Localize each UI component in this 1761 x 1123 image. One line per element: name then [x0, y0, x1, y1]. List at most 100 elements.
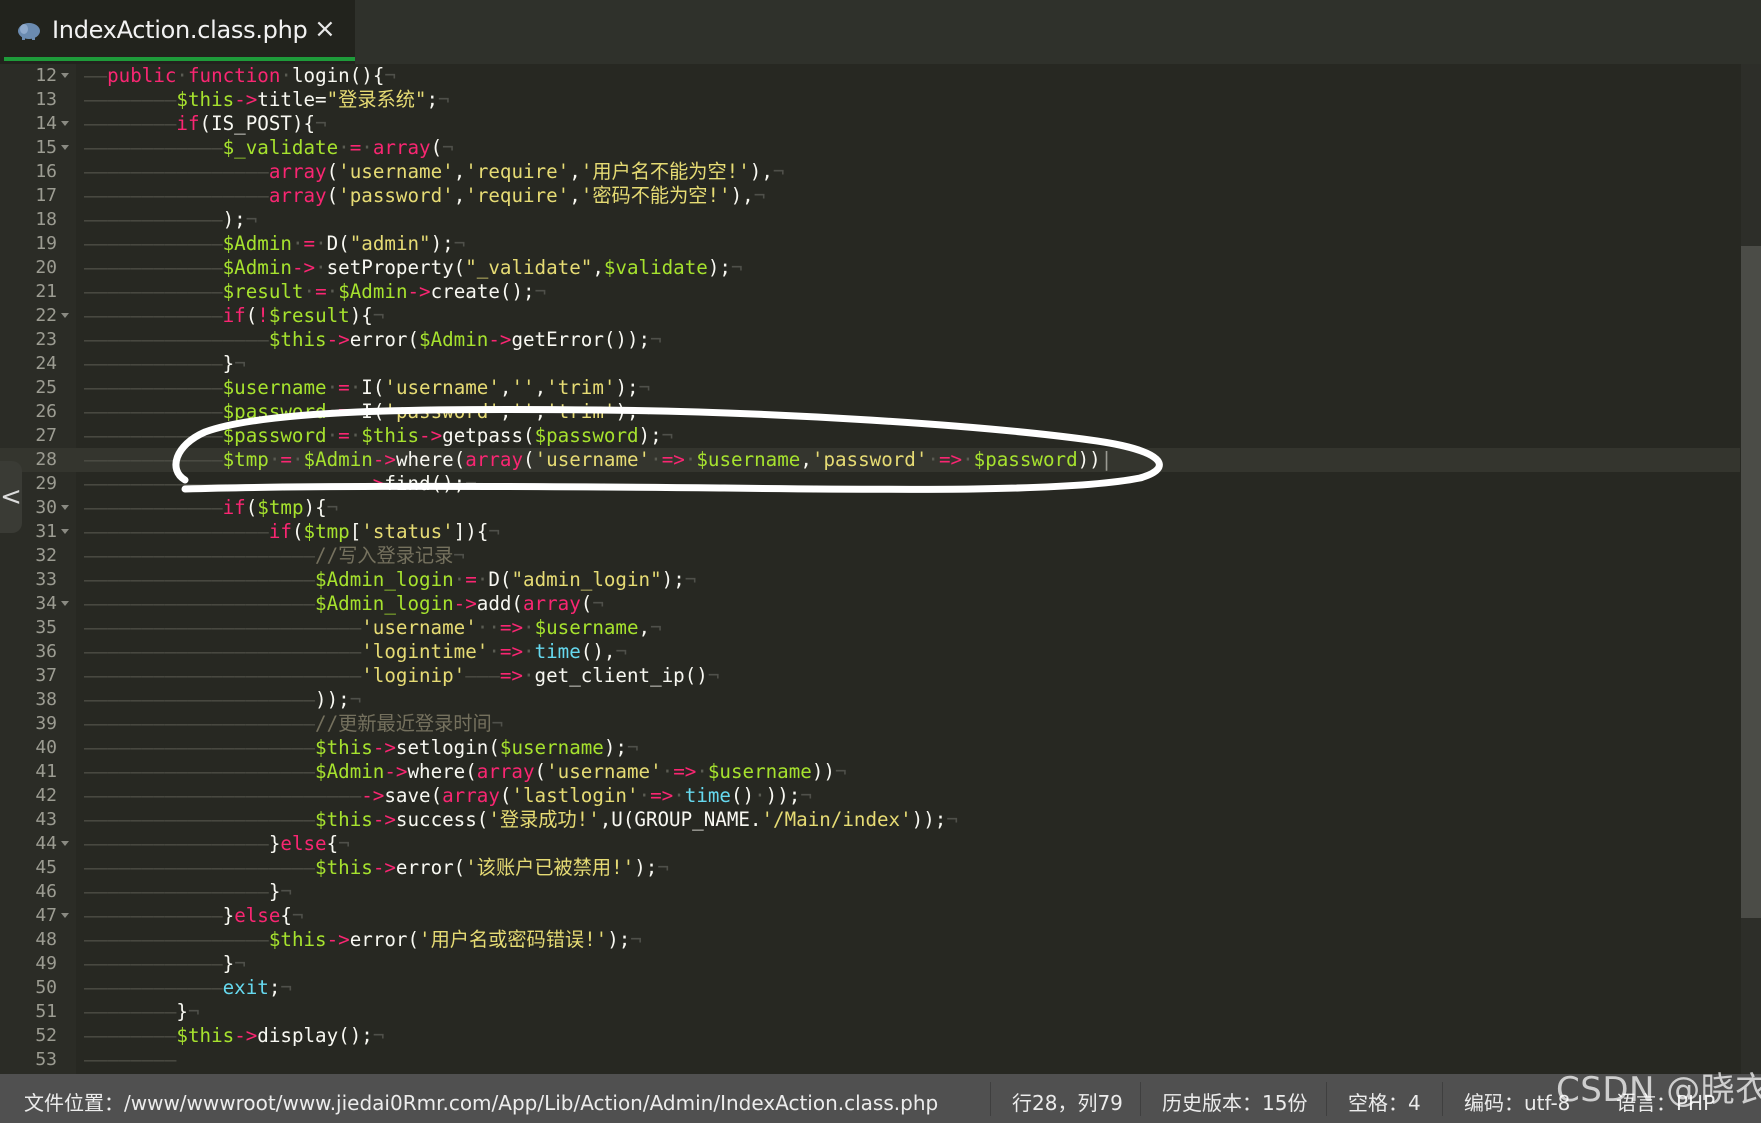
code-line[interactable]: 25 ————————————$username·=·I('username','…: [0, 376, 1740, 400]
code-line[interactable]: 26 ————————————$password·=·I('password','…: [0, 400, 1740, 424]
code-line[interactable]: 20 ————————————$Admin->·setProperty("_val…: [0, 256, 1740, 280]
line-number: 38: [35, 689, 57, 710]
code-line[interactable]: 22 ————————————if(!$result){¬: [0, 304, 1740, 328]
code-token: $password: [222, 400, 327, 423]
code-token: =: [303, 232, 316, 255]
code-line[interactable]: 43 ————————————————————$this->success('登录…: [0, 808, 1740, 832]
code-line[interactable]: 33 ————————————————————$Admin_login·=·D("…: [0, 568, 1740, 592]
code-line[interactable]: 28 ————————————$tmp·=·$Admin->where(array…: [0, 448, 1740, 472]
fold-arrow-icon[interactable]: [61, 313, 69, 318]
code-token: ¬: [684, 568, 697, 591]
code-line[interactable]: 30 ————————————if($tmp){¬: [0, 496, 1740, 520]
code-token: 'password': [811, 448, 928, 471]
code-token: ————————: [84, 1000, 177, 1023]
tab-bar: IndexAction.class.php ×: [0, 0, 1761, 64]
code-token: ·: [176, 64, 188, 87]
indent-setting[interactable]: 空格：4: [1348, 1087, 1421, 1116]
code-line[interactable]: 15 ————————————$_validate·=·array(¬: [0, 136, 1740, 160]
code-line[interactable]: 12 ——public·function·login(){¬: [0, 64, 1740, 88]
code-line[interactable]: 34 ————————————————————$Admin_login->add(…: [0, 592, 1740, 616]
fold-arrow-icon[interactable]: [61, 913, 69, 918]
code-line[interactable]: 23 ————————————————$this->error($Admin->g…: [0, 328, 1740, 352]
code-token: ————————: [84, 1048, 177, 1071]
fold-arrow-icon[interactable]: [61, 841, 69, 846]
code-line[interactable]: 44 ————————————————}else{¬: [0, 832, 1740, 856]
code-token: $username: [499, 736, 604, 759]
line-number: 43: [35, 809, 57, 830]
code-line[interactable]: 24 ————————————}¬: [0, 352, 1740, 376]
code-line[interactable]: 21 ————————————$result·=·$Admin->create()…: [0, 280, 1740, 304]
code-line[interactable]: 27 ————————————$password·=·$this->getpass…: [0, 424, 1740, 448]
fold-arrow-icon[interactable]: [61, 121, 69, 126]
code-token: ,: [800, 448, 812, 471]
encoding-setting[interactable]: 编码：utf-8: [1464, 1087, 1570, 1116]
code-line[interactable]: 39 ————————————————————//更新最近登录时间¬: [0, 712, 1740, 736]
code-line[interactable]: 19 ————————————$Admin·=·D("admin");¬: [0, 232, 1740, 256]
code-token: (: [326, 160, 339, 183]
code-line[interactable]: 47 ————————————}else{¬: [0, 904, 1740, 928]
code-token: ->: [234, 88, 258, 111]
code-token: ¬: [661, 424, 674, 447]
code-line[interactable]: 32 ————————————————————//写入登录记录¬: [0, 544, 1740, 568]
fold-arrow-icon[interactable]: [61, 145, 69, 150]
fold-arrow-icon[interactable]: [61, 73, 69, 78]
code-line[interactable]: 49 ————————————}¬: [0, 952, 1740, 976]
editor-tab[interactable]: IndexAction.class.php ×: [0, 0, 355, 64]
code-token: ¬: [638, 400, 651, 423]
code-line[interactable]: 51 ————————}¬: [0, 1000, 1740, 1024]
code-token: ¬: [626, 736, 639, 759]
code-line[interactable]: 16 ————————————————array('username','requ…: [0, 160, 1740, 184]
code-line[interactable]: 36 ————————————————————————'logintime'·=>…: [0, 640, 1740, 664]
code-line[interactable]: 17 ————————————————array('password','requ…: [0, 184, 1740, 208]
code-token: $password: [534, 424, 639, 447]
code-text: ————————————————————$this->error('该账户已被禁…: [84, 856, 669, 880]
close-icon[interactable]: ×: [314, 14, 336, 44]
code-token: else: [234, 904, 281, 927]
code-token: ¬: [280, 880, 292, 903]
fold-arrow-icon[interactable]: [61, 505, 69, 510]
line-number: 17: [35, 185, 57, 206]
code-token: ¬: [453, 232, 466, 255]
code-line[interactable]: 48 ————————————————$this->error('用户名或密码错误…: [0, 928, 1740, 952]
code-text: ————————————if($tmp){¬: [84, 496, 338, 520]
code-line[interactable]: 50 ————————————exit;¬: [0, 976, 1740, 1000]
code-line[interactable]: 14 ————————if(IS_POST){¬: [0, 112, 1740, 136]
code-line[interactable]: 40 ————————————————————$this->setlogin($u…: [0, 736, 1740, 760]
code-line[interactable]: 52 ————————$this->display();¬: [0, 1024, 1740, 1048]
code-token: ,: [499, 376, 512, 399]
fold-arrow-icon[interactable]: [61, 601, 69, 606]
vertical-scrollbar-thumb[interactable]: [1741, 246, 1761, 918]
code-token: |: [1100, 448, 1113, 471]
cursor-position[interactable]: 行28，列79: [1012, 1087, 1123, 1116]
code-token: ————————————: [84, 952, 223, 975]
code-line[interactable]: 35 ————————————————————————'username'··=>…: [0, 616, 1740, 640]
code-token: =: [280, 448, 292, 471]
code-line[interactable]: 29 ————————————————————————->find();¬: [0, 472, 1740, 496]
code-token: ¬: [245, 208, 258, 231]
fold-arrow-icon[interactable]: [61, 529, 69, 534]
code-text: ————————$this->title="登录系统";¬: [84, 88, 450, 112]
history-versions[interactable]: 历史版本：15份: [1162, 1087, 1307, 1116]
chevron-left-icon[interactable]: <: [0, 461, 22, 533]
code-line[interactable]: 31 ————————————————if($tmp['status']){¬: [0, 520, 1740, 544]
code-token: ->: [453, 592, 477, 615]
code-line[interactable]: 46 ————————————————}¬: [0, 880, 1740, 904]
code-text: ————————————————————————->find();¬: [84, 472, 477, 496]
code-line[interactable]: 18 ————————————);¬: [0, 208, 1740, 232]
code-token: =>: [499, 616, 523, 639]
code-line[interactable]: 53 ————————: [0, 1048, 1740, 1072]
line-number: 32: [35, 545, 57, 566]
code-line[interactable]: 42 ————————————————————————->save(array('…: [0, 784, 1740, 808]
code-line[interactable]: 13 ————————$this->title="登录系统";¬: [0, 88, 1740, 112]
code-text: ————————————}¬: [84, 352, 246, 376]
code-line[interactable]: 37 ————————————————————————'loginip'———=>…: [0, 664, 1740, 688]
code-editor[interactable]: 12 ——public·function·login(){¬ 13 ————————$…: [0, 64, 1740, 1074]
status-divider: [990, 1082, 991, 1116]
code-line[interactable]: 45 ————————————————————$this->error('该账户已…: [0, 856, 1740, 880]
code-token: 'username': [534, 448, 651, 471]
code-line[interactable]: 41 ————————————————————$Admin->where(arra…: [0, 760, 1740, 784]
code-text: ————————————————————//写入登录记录¬: [84, 544, 465, 568]
code-token: ————————————————: [84, 520, 269, 543]
code-line[interactable]: 38 ————————————————————));¬: [0, 688, 1740, 712]
code-token: getError());: [511, 328, 651, 351]
